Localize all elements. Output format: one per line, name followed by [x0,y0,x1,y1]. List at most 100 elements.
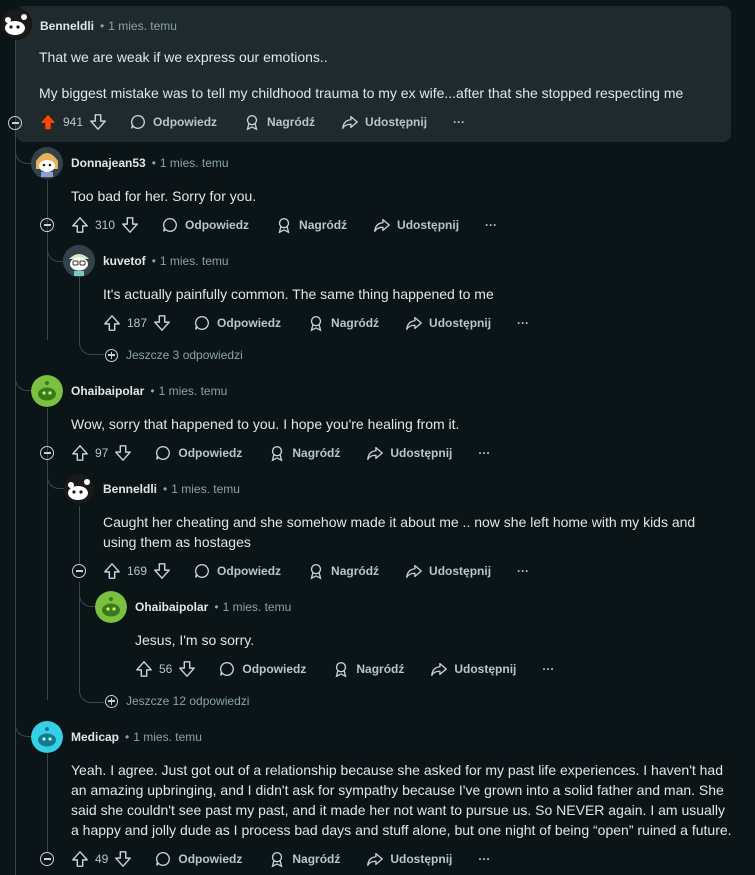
reply-button[interactable]: Odpowiedz [218,660,306,678]
comment-text: My biggest mistake was to tell my childh… [39,85,684,101]
downvote-icon[interactable] [153,314,171,332]
share-button[interactable]: Udostępnij [341,113,427,131]
timestamp[interactable]: 1 mies. temu [171,482,240,496]
award-button[interactable]: Nagródź [307,314,379,332]
score: 49 [95,852,109,866]
score: 310 [95,218,116,232]
downvote-icon[interactable] [89,113,107,131]
more-replies-link[interactable]: Jeszcze 3 odpowiedzi [105,345,243,365]
more-options-button[interactable]: ··· [517,564,529,578]
score: 187 [127,316,148,330]
share-icon [341,113,359,131]
author-name[interactable]: Donnajean53 [71,156,146,170]
share-button[interactable]: Udostępnij [405,562,491,580]
downvote-icon[interactable] [178,660,196,678]
upvote-icon[interactable] [103,562,121,580]
reply-button[interactable]: Odpowiedz [161,216,249,234]
downvote-icon[interactable] [114,850,132,868]
thread-connector [79,588,96,607]
author-name[interactable]: kuvetof [103,254,146,268]
more-options-button[interactable]: ··· [485,218,497,232]
more-replies-link[interactable]: Jeszcze 12 odpowiedzi [105,691,249,711]
collapse-button[interactable] [8,116,22,130]
award-button[interactable]: Nagródź [275,216,347,234]
avatar[interactable] [63,245,95,277]
reply-button[interactable]: Odpowiedz [193,314,281,332]
comment-bubble-icon [154,444,172,462]
share-icon [366,444,384,462]
avatar[interactable] [63,473,95,505]
collapse-button[interactable] [72,564,86,578]
author-name[interactable]: Medicap [71,730,119,744]
comment-body: Jesus, I'm so sorry. [135,632,255,648]
comment-body: Yeah. I agree. Just got out of a relatio… [71,762,732,838]
comment-actions: 49 Odpowiedz Nagródź Udostępnij ··· [71,847,516,871]
comment-body: Wow, sorry that happened to you. I hope … [71,416,460,432]
timestamp[interactable]: 1 mies. temu [133,730,202,744]
thread-line [47,754,48,852]
share-button[interactable]: Udostępnij [373,216,459,234]
author-name[interactable]: Ohaibaipolar [71,384,144,398]
collapse-button[interactable] [40,852,54,866]
award-button[interactable]: Nagródź [268,850,340,868]
avatar[interactable] [31,375,63,407]
more-options-button[interactable]: ··· [453,115,465,129]
comment-meta: Donnajean53 • 1 mies. temu [71,156,229,170]
share-icon [405,562,423,580]
reply-button[interactable]: Odpowiedz [129,113,217,131]
award-button[interactable]: Nagródź [268,444,340,462]
comment-actions: 97 Odpowiedz Nagródź Udostępnij ··· [71,441,516,465]
reply-button[interactable]: Odpowiedz [154,850,242,868]
award-icon [332,660,350,678]
downvote-icon[interactable] [121,216,139,234]
upvote-icon[interactable] [103,314,121,332]
share-button[interactable]: Udostępnij [366,850,452,868]
more-options-button[interactable]: ··· [542,662,554,676]
timestamp[interactable]: 1 mies. temu [159,384,228,398]
comment-meta: Benneldli • 1 mies. temu [40,19,177,33]
more-options-button[interactable]: ··· [478,852,490,866]
avatar[interactable] [31,147,63,179]
avatar[interactable] [0,8,32,40]
award-icon [307,314,325,332]
author-name[interactable]: Benneldli [103,482,157,496]
author-name[interactable]: Benneldli [40,19,94,33]
thread-line [79,274,80,338]
comment-text: That we are weak if we express our emoti… [39,49,328,65]
comment-bubble-icon [161,216,179,234]
comment-actions: 310 Odpowiedz Nagródź Udostępnij ··· [71,213,523,237]
upvote-icon[interactable] [71,850,89,868]
reply-button[interactable]: Odpowiedz [193,562,281,580]
share-button[interactable]: Udostępnij [405,314,491,332]
upvote-icon[interactable] [135,660,153,678]
upvote-icon[interactable] [71,216,89,234]
collapse-button[interactable] [40,446,54,460]
share-button[interactable]: Udostępnij [430,660,516,678]
downvote-icon[interactable] [114,444,132,462]
comment-actions: 56 Odpowiedz Nagródź Udostępnij ··· [135,657,580,681]
avatar[interactable] [95,591,127,623]
more-options-button[interactable]: ··· [478,446,490,460]
award-icon [268,444,286,462]
award-button[interactable]: Nagródź [307,562,379,580]
upvote-icon[interactable] [71,444,89,462]
thread-connector [47,470,64,489]
collapse-button[interactable] [40,218,54,232]
reply-button[interactable]: Odpowiedz [154,444,242,462]
upvote-icon[interactable] [39,113,57,131]
share-icon [373,216,391,234]
timestamp[interactable]: 1 mies. temu [223,600,292,614]
share-button[interactable]: Udostępnij [366,444,452,462]
downvote-icon[interactable] [153,562,171,580]
avatar[interactable] [31,721,63,753]
timestamp[interactable]: 1 mies. temu [108,19,177,33]
comment-bubble-icon [193,314,211,332]
timestamp[interactable]: 1 mies. temu [160,254,229,268]
timestamp[interactable]: 1 mies. temu [160,156,229,170]
comment-actions: 169 Odpowiedz Nagródź Udostępnij ··· [103,559,555,583]
award-button[interactable]: Nagródź [243,113,315,131]
author-name[interactable]: Ohaibaipolar [135,600,208,614]
more-options-button[interactable]: ··· [517,316,529,330]
award-button[interactable]: Nagródź [332,660,404,678]
comment-actions: 187 Odpowiedz Nagródź Udostępnij ··· [103,311,555,335]
